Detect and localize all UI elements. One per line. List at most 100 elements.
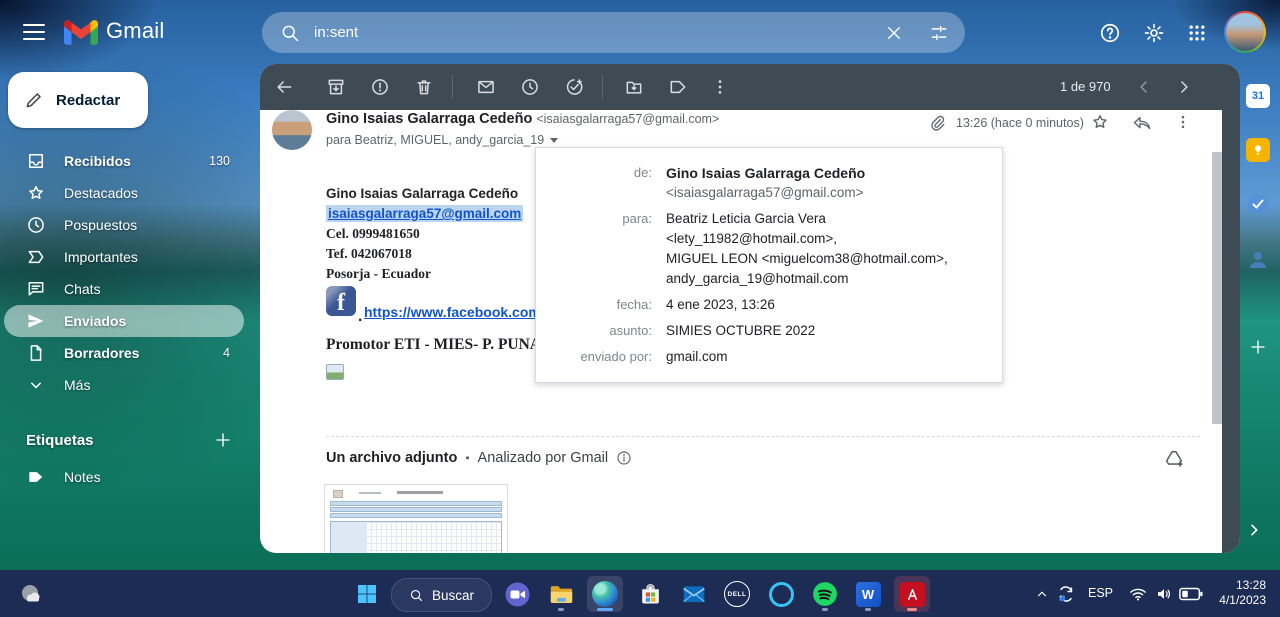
back-icon[interactable] [274, 77, 294, 97]
edge-browser-icon[interactable] [587, 576, 623, 612]
sidebar-item-label: Destacados [64, 185, 248, 201]
battery-icon[interactable] [1179, 587, 1203, 601]
gmail-logo-icon[interactable] [64, 19, 98, 45]
add-to-tasks-icon[interactable] [564, 77, 584, 97]
gmail-header: Gmail in:sent [0, 0, 1280, 64]
star-message-icon[interactable] [1090, 112, 1110, 132]
detail-value-subject: SIMIES OCTUBRE 2022 [666, 321, 986, 341]
alexa-app-icon[interactable] [763, 576, 799, 612]
help-icon[interactable] [1099, 22, 1121, 44]
facebook-glyph: f [337, 290, 345, 316]
volume-icon[interactable] [1154, 585, 1174, 603]
detail-label-date: fecha: [552, 295, 652, 315]
labels-icon[interactable] [668, 77, 688, 97]
archive-icon[interactable] [326, 77, 346, 97]
alexa-logo [769, 582, 794, 607]
thumb-header-band [330, 501, 502, 506]
update-sync-icon[interactable] [1056, 584, 1076, 604]
recipients-summary[interactable]: para Beatriz, MIGUEL, andy_garcia_19 [326, 133, 559, 147]
more-options-icon[interactable] [710, 77, 730, 97]
sidebar-item-importantes[interactable]: Importantes [0, 241, 248, 273]
attachment-scanned-text: Analizado por Gmail [478, 450, 609, 466]
mail-toolbar: 1 de 970 [260, 64, 1240, 110]
widgets-weather-icon[interactable] [14, 576, 50, 612]
delete-icon[interactable] [414, 77, 434, 97]
sidebar-item-label: Borradores [64, 345, 223, 361]
inbox-icon [26, 151, 46, 171]
facebook-icon[interactable]: f [326, 286, 356, 316]
save-all-to-drive-icon[interactable] [1163, 448, 1185, 470]
search-filter-icon[interactable] [929, 23, 949, 43]
sidebar-item-enviados[interactable]: Enviados [4, 305, 244, 337]
sidebar-item-label: Recibidos [64, 153, 209, 169]
start-button[interactable] [349, 576, 385, 612]
detail-label-mailed-by: enviado por: [552, 347, 652, 367]
search-bar[interactable]: in:sent [262, 12, 965, 53]
attachment-divider [326, 436, 1200, 437]
signature-tef: Tef. 042067018 [326, 246, 412, 262]
sidebar-item-notes[interactable]: Notes [0, 461, 248, 493]
toolbar-divider [602, 75, 603, 99]
dell-app-icon[interactable]: DELL [719, 576, 755, 612]
thumb-logo [333, 490, 343, 498]
facebook-link[interactable]: https://www.facebook.com/ [364, 304, 545, 320]
teams-chat-icon[interactable] [499, 576, 535, 612]
scrollbar[interactable] [1212, 152, 1222, 424]
older-email-icon[interactable] [1174, 77, 1194, 97]
apps-grid-icon[interactable] [1187, 23, 1207, 43]
calendar-icon[interactable]: 31 [1246, 84, 1270, 108]
thumb-header-band [330, 507, 502, 512]
sidebar-item-borradores[interactable]: Borradores 4 [0, 337, 248, 369]
spotify-icon[interactable] [807, 576, 843, 612]
sidebar-item-label: Pospuestos [64, 217, 248, 233]
sidebar-item-destacados[interactable]: Destacados [0, 177, 248, 209]
sidebar-item-mas[interactable]: Más [0, 369, 248, 401]
report-spam-icon[interactable] [370, 77, 390, 97]
keep-icon[interactable] [1246, 138, 1270, 162]
detail-value-mailed-by: gmail.com [666, 347, 986, 367]
signature-email-link[interactable]: isaiasgalarraga57@gmail.com [326, 205, 523, 222]
sidebar-item-label: Más [64, 377, 248, 393]
sidebar-item-label: Importantes [64, 249, 248, 265]
settings-gear-icon[interactable] [1143, 22, 1165, 44]
labels-header: Etiquetas [26, 432, 214, 449]
reply-icon[interactable] [1132, 113, 1152, 133]
clear-search-icon[interactable] [885, 24, 903, 42]
snooze-icon[interactable] [520, 77, 540, 97]
hamburger-menu-icon[interactable] [22, 22, 46, 42]
language-indicator[interactable]: ESP [1088, 586, 1113, 600]
mail-app-icon[interactable] [676, 576, 712, 612]
taskbar-clock[interactable]: 13:28 4/1/2023 [1219, 578, 1266, 608]
sidebar-item-pospuestos[interactable]: Pospuestos [0, 209, 248, 241]
wifi-icon[interactable] [1128, 585, 1148, 603]
acrobat-icon[interactable] [894, 576, 930, 612]
attachment-count-text: Un archivo adjunto [326, 450, 457, 466]
message-more-icon[interactable] [1174, 113, 1192, 131]
show-details-icon[interactable] [549, 135, 559, 145]
detail-value-from: Gino Isaias Galarraga Cedeño <isaiasgala… [666, 163, 986, 203]
account-avatar[interactable] [1224, 11, 1266, 53]
compose-button[interactable]: Redactar [8, 72, 148, 128]
attachment-thumbnail[interactable] [324, 484, 508, 553]
contacts-icon[interactable] [1246, 248, 1270, 272]
word-icon[interactable]: W [850, 576, 886, 612]
add-label-icon[interactable] [214, 431, 232, 449]
detail-label-subject: asunto: [552, 321, 652, 341]
tray-overflow-chevron-icon[interactable] [1034, 587, 1050, 601]
taskbar: Buscar DELL W [0, 570, 1280, 617]
attachment-header: Un archivo adjunto • Analizado por Gmail [326, 450, 632, 466]
sidebar-item-recibidos[interactable]: Recibidos 130 [0, 145, 248, 177]
microsoft-store-icon[interactable] [632, 576, 668, 612]
tasks-icon[interactable] [1246, 192, 1270, 216]
sidebar-item-chats[interactable]: Chats [0, 273, 248, 305]
hide-side-panel-icon[interactable] [1246, 520, 1262, 540]
taskbar-search[interactable]: Buscar [391, 578, 492, 612]
search-input[interactable]: in:sent [314, 24, 885, 41]
newer-email-icon[interactable] [1134, 77, 1154, 97]
move-to-icon[interactable] [624, 77, 644, 97]
mark-unread-icon[interactable] [476, 77, 496, 97]
sender-avatar[interactable] [272, 110, 312, 150]
get-addons-icon[interactable] [1249, 338, 1267, 356]
file-explorer-icon[interactable] [543, 576, 579, 612]
info-icon[interactable] [616, 450, 632, 466]
